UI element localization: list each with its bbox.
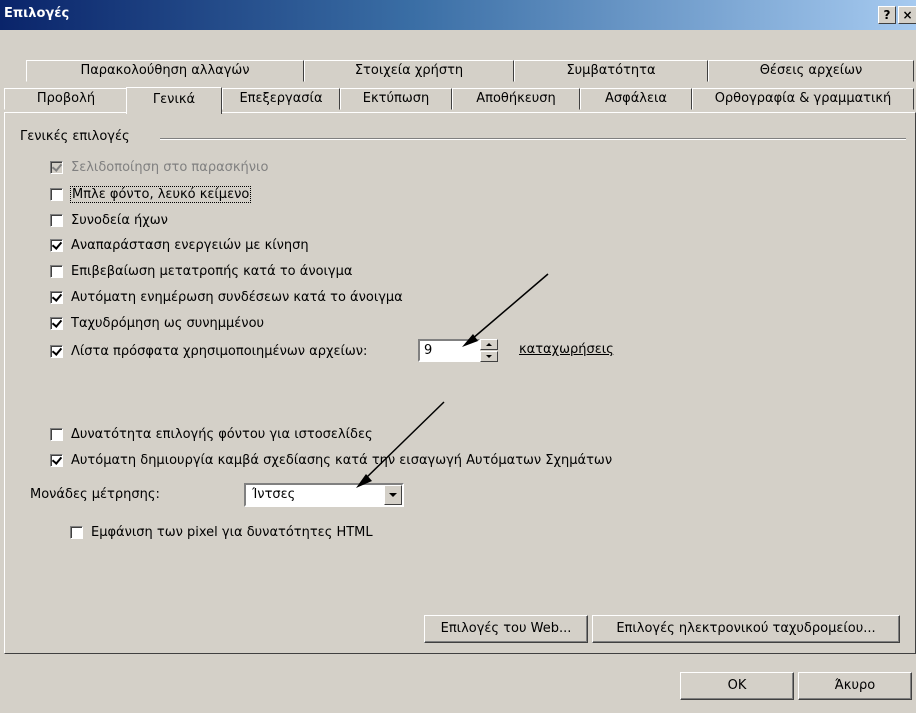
option-mail-as-attachment[interactable]: Ταχυδρόμηση ως συνημμένου	[50, 314, 264, 332]
checkbox-mail-as-attachment[interactable]	[50, 316, 63, 330]
measurement-units-select[interactable]: Ίντσες	[244, 483, 404, 507]
ok-button[interactable]: OK	[680, 672, 794, 700]
tab-general[interactable]: Γενικά	[126, 87, 222, 114]
chevron-down-icon	[389, 493, 397, 497]
label-background-repagination: Σελιδοποίηση στο παρασκήνιο	[71, 159, 269, 175]
checkbox-blue-background[interactable]	[50, 187, 63, 201]
option-confirm-conversion[interactable]: Επιβεβαίωση μετατροπής κατά το άνοιγμα	[50, 262, 352, 280]
tab-compatibility[interactable]: Συμβατότητα	[514, 60, 708, 82]
option-blue-background[interactable]: Μπλε φόντο, λευκό κείμενο	[50, 185, 252, 203]
help-button[interactable]: ?	[878, 6, 896, 24]
email-options-button[interactable]: Επιλογές ηλεκτρονικού ταχυδρομείου...	[592, 615, 900, 643]
option-provide-animation[interactable]: Αναπαράσταση ενεργειών με κίνηση	[50, 236, 309, 254]
label-drawing-canvas: Αυτόματη δημιουργία καμβά σχεδίασης κατά…	[71, 452, 613, 468]
checkbox-provide-animation[interactable]	[50, 238, 63, 252]
close-button[interactable]: ×	[898, 6, 916, 24]
label-confirm-conversion: Επιβεβαίωση μετατροπής κατά το άνοιγμα	[71, 263, 353, 279]
label-web-background: Δυνατότητα επιλογής φόντου για ιστοσελίδ…	[71, 426, 373, 442]
label-update-links: Αυτόματη ενημέρωση συνδέσεων κατά το άνο…	[71, 289, 403, 305]
label-html-pixels: Εμφάνιση των pixel για δυνατότητες HTML	[91, 524, 373, 540]
tab-edit[interactable]: Επεξεργασία	[222, 88, 340, 110]
cancel-button[interactable]: Άκυρο	[798, 672, 912, 700]
checkbox-background-repagination[interactable]	[50, 160, 63, 174]
checkbox-recent-files[interactable]	[50, 344, 63, 358]
option-provide-sound[interactable]: Συνοδεία ήχων	[50, 211, 168, 229]
checkbox-html-pixels[interactable]	[70, 525, 83, 539]
dropdown-button[interactable]	[384, 485, 402, 505]
dialog-title: Επιλογές	[4, 6, 70, 21]
label-provide-animation: Αναπαράσταση ενεργειών με κίνηση	[71, 237, 309, 253]
recent-files-spinner[interactable]	[480, 339, 498, 362]
tab-save[interactable]: Αποθήκευση	[452, 88, 580, 110]
recent-files-count-input[interactable]: 9	[418, 339, 480, 362]
label-blue-background: Μπλε φόντο, λευκό κείμενο	[69, 185, 252, 203]
title-bar: Επιλογές ? ×	[0, 0, 916, 30]
measurement-units-label: Μονάδες μέτρησης:	[30, 487, 160, 502]
tab-file-locations[interactable]: Θέσεις αρχείων	[708, 60, 914, 82]
option-background-repagination[interactable]: Σελιδοποίηση στο παρασκήνιο	[50, 158, 268, 176]
checkbox-drawing-canvas[interactable]	[50, 453, 63, 467]
checkbox-web-background[interactable]	[50, 427, 63, 441]
group-divider	[160, 138, 906, 140]
label-recent-files: Λίστα πρόσφατα χρησιμοποιημένων αρχείων:	[71, 343, 368, 359]
recent-files-entries-label: καταχωρήσεις	[519, 342, 614, 357]
measurement-units-value: Ίντσες	[252, 487, 296, 502]
option-html-pixels[interactable]: Εμφάνιση των pixel για δυνατότητες HTML	[70, 523, 373, 541]
option-web-background[interactable]: Δυνατότητα επιλογής φόντου για ιστοσελίδ…	[50, 425, 373, 443]
tab-print[interactable]: Εκτύπωση	[340, 88, 452, 110]
tab-security[interactable]: Ασφάλεια	[580, 88, 692, 110]
arrow-down-icon	[486, 355, 492, 358]
tab-user-info[interactable]: Στοιχεία χρήστη	[304, 60, 514, 82]
option-recent-files[interactable]: Λίστα πρόσφατα χρησιμοποιημένων αρχείων:	[50, 342, 367, 360]
tab-view[interactable]: Προβολή	[4, 88, 128, 110]
options-dialog: Επιλογές ? × Παρακολούθηση αλλαγών Στοιχ…	[0, 0, 916, 713]
checkbox-update-links[interactable]	[50, 290, 63, 304]
checkbox-confirm-conversion[interactable]	[50, 264, 63, 278]
tab-spelling-grammar[interactable]: Ορθογραφία & γραμματική	[692, 88, 914, 110]
web-options-button[interactable]: Επιλογές του Web...	[424, 615, 588, 643]
label-mail-as-attachment: Ταχυδρόμηση ως συνημμένου	[71, 315, 265, 331]
option-drawing-canvas[interactable]: Αυτόματη δημιουργία καμβά σχεδίασης κατά…	[50, 451, 612, 469]
tab-track-changes[interactable]: Παρακολούθηση αλλαγών	[26, 60, 304, 82]
spin-down-button[interactable]	[480, 351, 498, 362]
label-provide-sound: Συνοδεία ήχων	[71, 212, 168, 228]
general-options-group-title: Γενικές επιλογές	[20, 129, 136, 144]
option-update-links[interactable]: Αυτόματη ενημέρωση συνδέσεων κατά το άνο…	[50, 288, 403, 306]
checkbox-provide-sound[interactable]	[50, 213, 63, 227]
arrow-up-icon	[486, 343, 492, 346]
spin-up-button[interactable]	[480, 339, 498, 350]
